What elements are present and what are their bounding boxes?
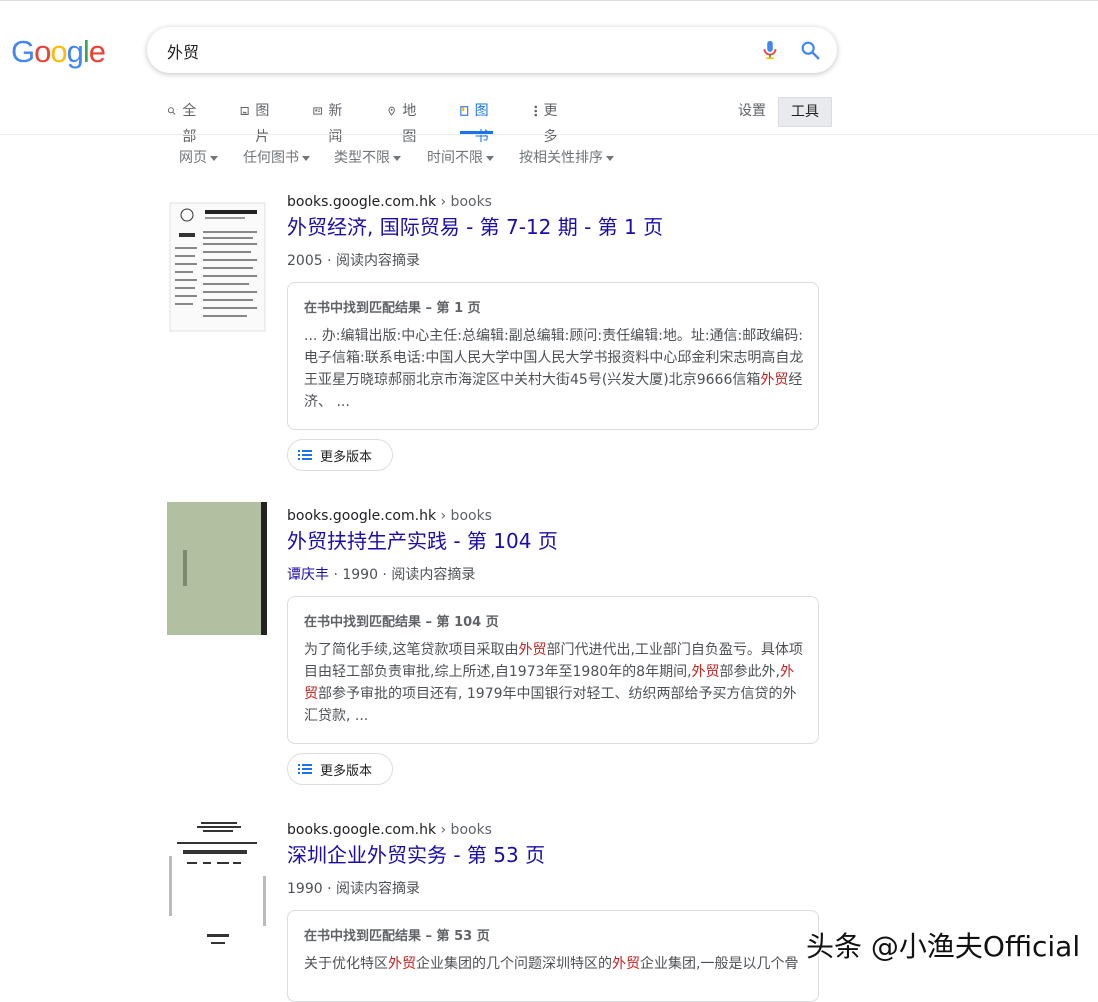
news-icon	[313, 107, 323, 115]
image-icon	[240, 107, 249, 115]
result-meta: 1990 · 阅读内容摘录	[287, 879, 420, 899]
book-icon	[460, 106, 469, 116]
snippet-highlight: 外贸	[518, 642, 547, 658]
tab-label: 图书	[474, 103, 489, 145]
snippet-highlight: 外贸	[760, 372, 789, 388]
result-meta-text: · 1990 · 阅读内容摘录	[329, 567, 476, 583]
snippet-text: 为了简化手续,这笔贷款项目采取由外贸部门代进代出,工业部门自负盈亏。具体项目由轻…	[304, 639, 804, 727]
author-link[interactable]: 谭庆丰	[287, 567, 329, 583]
tab-books[interactable]: 图书	[460, 98, 493, 145]
more-editions-button[interactable]: 更多版本	[287, 753, 393, 785]
cite-domain: books.google.com.hk	[287, 194, 437, 210]
logo-letter: o	[34, 34, 51, 69]
snippet-heading: 在书中找到匹配结果 – 第 1 页	[304, 301, 481, 316]
snippet-heading: 在书中找到匹配结果 – 第 53 页	[304, 929, 490, 944]
settings-link[interactable]: 设置	[738, 98, 766, 124]
more-vert-icon	[534, 105, 538, 117]
result-title-link[interactable]: 深圳企业外贸实务 - 第 53 页	[287, 841, 545, 869]
result-meta: 2005 · 阅读内容摘录	[287, 251, 420, 271]
top-border	[0, 0, 1098, 1]
book-cover-thumbnail[interactable]	[167, 816, 267, 956]
result-cite[interactable]: books.google.com.hk › books	[287, 507, 492, 525]
filter-time[interactable]: 时间不限	[427, 148, 494, 168]
snippet-fragment: 企业集团,一般是以几个骨	[640, 956, 799, 972]
snippet-box[interactable]: 在书中找到匹配结果 – 第 1 页 ... 办:编辑出版:中心主任:总编辑:副总…	[287, 282, 819, 430]
tab-label: 新闻	[328, 103, 343, 145]
logo-letter: G	[11, 34, 35, 69]
caret-down-icon	[210, 155, 218, 161]
logo-letter: o	[50, 34, 67, 69]
result-meta: 谭庆丰 · 1990 · 阅读内容摘录	[287, 565, 475, 585]
filter-label: 类型不限	[334, 150, 390, 166]
search-input[interactable]: 外贸	[167, 39, 199, 63]
tab-label: 地图	[402, 103, 417, 145]
list-icon	[298, 450, 312, 460]
google-logo[interactable]: Google	[11, 34, 106, 70]
more-editions-button[interactable]: 更多版本	[287, 439, 393, 471]
snippet-fragment: ... 办:编辑出版:中心主任:总编辑:副总编辑:顾问:责任编辑:地。址:通信:…	[304, 328, 804, 388]
tab-images[interactable]: 图片	[240, 98, 274, 145]
snippet-heading: 在书中找到匹配结果 – 第 104 页	[304, 615, 499, 630]
cite-path: › books	[436, 508, 492, 524]
caret-down-icon	[606, 155, 614, 161]
filter-web[interactable]: 网页	[179, 148, 218, 168]
snippet-fragment: 关于优化特区	[304, 956, 388, 972]
search-box[interactable]: 外贸	[147, 27, 837, 73]
filter-label: 任何图书	[243, 150, 299, 166]
snippet-fragment: 部参予审批的项目还有, 1979年中国银行对轻工、纺织两部给予买方信贷的外汇贷款…	[304, 686, 797, 724]
filter-label: 时间不限	[427, 150, 483, 166]
snippet-box[interactable]: 在书中找到匹配结果 – 第 104 页 为了简化手续,这笔贷款项目采取由外贸部门…	[287, 596, 819, 744]
snippet-highlight: 外贸	[388, 956, 416, 972]
search-icon	[167, 107, 176, 115]
book-cover-thumbnail[interactable]	[167, 199, 267, 333]
filter-label: 按相关性排序	[519, 150, 603, 166]
tab-label: 图片	[255, 103, 270, 145]
logo-letter: g	[66, 34, 84, 69]
snippet-fragment: 企业集团的几个问题深圳特区的	[416, 956, 612, 972]
result-meta-text: 1990 · 阅读内容摘录	[287, 881, 420, 897]
cite-domain: books.google.com.hk	[287, 508, 437, 524]
search-icon[interactable]	[799, 39, 821, 61]
snippet-highlight: 外贸	[612, 956, 640, 972]
tab-news[interactable]: 新闻	[313, 98, 347, 145]
cite-path: › books	[436, 194, 492, 210]
caret-down-icon	[302, 155, 310, 161]
list-icon	[298, 764, 312, 774]
snippet-text: 关于优化特区外贸企业集团的几个问题深圳特区的外贸企业集团,一般是以几个骨	[304, 953, 804, 975]
result-title-link[interactable]: 外贸扶持生产实践 - 第 104 页	[287, 527, 558, 555]
caret-down-icon	[486, 155, 494, 161]
caret-down-icon	[393, 155, 401, 161]
filter-any-book[interactable]: 任何图书	[243, 148, 310, 168]
tab-more[interactable]: 更多	[534, 98, 560, 145]
header-divider	[0, 134, 1098, 135]
snippet-box[interactable]: 在书中找到匹配结果 – 第 53 页 关于优化特区外贸企业集团的几个问题深圳特区…	[287, 910, 819, 1002]
more-editions-label: 更多版本	[320, 763, 373, 779]
tab-label: 全部	[182, 103, 197, 145]
tab-all[interactable]: 全部	[167, 98, 201, 145]
logo-letter: e	[88, 34, 106, 69]
snippet-highlight: 外贸	[691, 664, 720, 680]
result-title-link[interactable]: 外贸经济, 国际贸易 - 第 7-12 期 - 第 1 页	[287, 213, 663, 241]
result-cite[interactable]: books.google.com.hk › books	[287, 193, 492, 211]
tab-maps[interactable]: 地图	[387, 98, 421, 145]
map-pin-icon	[388, 106, 395, 116]
tab-label: 更多	[543, 103, 558, 145]
book-cover-thumbnail[interactable]	[167, 502, 267, 635]
microphone-icon[interactable]	[759, 38, 781, 62]
tools-button[interactable]: 工具	[778, 97, 832, 127]
result-meta-text: 2005 · 阅读内容摘录	[287, 253, 420, 269]
cite-path: › books	[436, 822, 492, 838]
snippet-text: ... 办:编辑出版:中心主任:总编辑:副总编辑:顾问:责任编辑:地。址:通信:…	[304, 325, 804, 413]
cite-domain: books.google.com.hk	[287, 822, 437, 838]
result-cite[interactable]: books.google.com.hk › books	[287, 821, 492, 839]
more-editions-label: 更多版本	[320, 449, 373, 465]
filter-type[interactable]: 类型不限	[334, 148, 401, 168]
watermark-text: 头条 @小渔夫Official	[806, 930, 1081, 963]
snippet-fragment: 为了简化手续,这笔贷款项目采取由	[304, 642, 519, 658]
filter-sort[interactable]: 按相关性排序	[519, 148, 614, 168]
filter-label: 网页	[179, 150, 207, 166]
snippet-fragment: 部参此外,	[719, 664, 780, 680]
